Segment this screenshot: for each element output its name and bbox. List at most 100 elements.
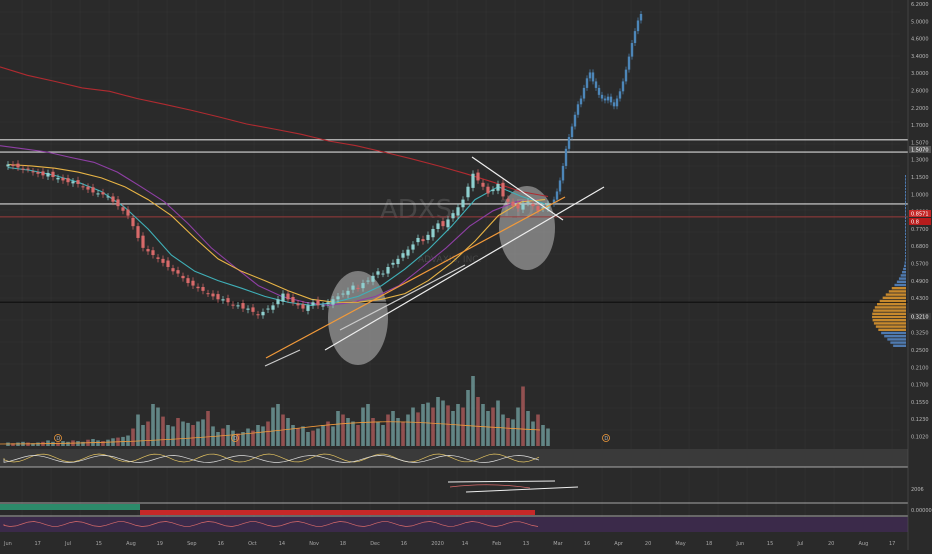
volume-profile-bar	[887, 338, 906, 341]
projection-body	[630, 43, 634, 57]
projection-body	[582, 87, 586, 99]
candle-body	[291, 296, 295, 303]
candle-body	[221, 299, 225, 301]
price-scale-label: 0.1020	[911, 435, 929, 441]
candle-body	[396, 258, 400, 265]
projection-body	[561, 165, 565, 181]
price-scale-label: 3.0000	[911, 71, 929, 77]
volume-bar	[486, 411, 490, 446]
candle-body	[326, 302, 330, 305]
volume-bar	[406, 414, 410, 446]
volume-bar	[491, 407, 495, 446]
price-scale-label: 6.2000	[911, 2, 929, 8]
volume-profile-bar	[878, 328, 906, 331]
volume-bar	[286, 418, 290, 446]
volume-bar	[166, 425, 170, 446]
projection-body	[606, 96, 610, 101]
candle-body	[421, 239, 425, 242]
price-scale-label: 0.1550	[911, 400, 929, 406]
chart-stage[interactable]: ADXS 1D ADVAXIS, INC. DDD 6.20005.00004.…	[0, 0, 932, 550]
volume-profile-bar	[905, 175, 906, 178]
volume-profile-bar	[904, 261, 906, 264]
date-axis-label: 20	[645, 541, 651, 547]
candle-body	[481, 182, 485, 187]
price-scale-label: 1.7000	[911, 123, 929, 129]
date-axis-label: 16	[401, 541, 407, 547]
candle-body	[261, 311, 265, 316]
candle-body	[506, 198, 510, 202]
candle-body	[336, 296, 340, 300]
event-marker[interactable]: D	[54, 434, 62, 443]
volume-bar	[271, 407, 275, 446]
volume-profile-bar	[872, 315, 906, 319]
volume-profile-bar	[905, 216, 906, 219]
volume-bar	[96, 440, 100, 446]
date-axis-label: 2020	[431, 541, 444, 547]
candle-body	[401, 253, 405, 258]
date-axis-label: Jul	[796, 541, 803, 547]
price-scale-label: 0.4900	[911, 279, 929, 285]
projection-body	[594, 81, 598, 88]
candle-body	[266, 308, 270, 310]
candle-body	[161, 258, 165, 263]
sma-purple-line	[0, 145, 541, 306]
horizontal-levels[interactable]	[0, 139, 908, 303]
projection-body	[627, 56, 631, 70]
date-axis[interactable]: Jun 17 Jul 15 Aug 19 Sep 16 Oct 14 Nov 18 Dec 16 2020 1…	[3, 541, 895, 547]
candle-body	[226, 298, 230, 303]
candle-body	[51, 171, 55, 178]
volume-profile-bar	[905, 191, 906, 194]
volume-bar	[46, 440, 50, 446]
momentum-pane-bg	[0, 517, 908, 532]
volume-bar	[416, 412, 420, 446]
volume-bar	[181, 421, 185, 446]
volume-bar	[146, 421, 150, 446]
date-axis-label: 14	[462, 541, 468, 547]
volume-profile-bar	[888, 290, 906, 293]
candle-body	[121, 207, 125, 211]
date-axis-label: Mar	[553, 541, 563, 547]
volume-profile-bar	[896, 280, 906, 283]
volume-bar	[461, 407, 465, 446]
volume-bar	[506, 418, 510, 446]
candle-body	[526, 201, 530, 203]
candle-body	[516, 203, 520, 209]
projection-series	[552, 11, 643, 207]
volume-profile	[872, 175, 906, 347]
trendline[interactable]	[264, 349, 301, 367]
price-scale-label: 3.4000	[911, 54, 929, 60]
volume-profile-bar	[905, 194, 906, 197]
volume-bar	[186, 422, 190, 446]
volume-profile-bar	[873, 309, 906, 312]
volume-bar	[331, 426, 335, 446]
candle-body	[276, 299, 280, 305]
price-scale-label: 1.1500	[911, 175, 929, 181]
volume-bar	[106, 439, 110, 446]
price-tag-text: 0.8	[911, 220, 919, 226]
candle-body	[381, 273, 385, 275]
volume-bar	[76, 441, 80, 446]
watermark-symbol: ADXS	[380, 195, 452, 225]
volume-profile-bar	[905, 187, 906, 191]
date-axis-label: 15	[767, 541, 773, 547]
volume-bar	[256, 425, 260, 446]
price-scale-label: 0.1230	[911, 417, 929, 423]
volume-bar	[496, 400, 500, 446]
volume-profile-bar	[905, 210, 906, 213]
volume-profile-bar	[905, 181, 906, 184]
event-marker[interactable]: D	[602, 434, 610, 443]
price-scale-label: 0.2500	[911, 348, 929, 354]
candle-body	[351, 285, 355, 290]
candle-body	[71, 181, 75, 184]
candle-body	[461, 199, 465, 208]
volume-bar	[446, 405, 450, 446]
chart-canvas[interactable]: ADXS 1D ADVAXIS, INC. DDD 6.20005.00004.…	[0, 0, 932, 550]
candle-body	[21, 168, 25, 170]
price-tag-text: 1.5070	[911, 148, 929, 154]
projection-body	[603, 98, 607, 101]
volume-profile-bar	[893, 344, 906, 347]
volume-bar	[276, 404, 280, 446]
volume-profile-bar	[905, 207, 906, 210]
volume-bar	[441, 400, 445, 446]
projection-body	[633, 31, 637, 44]
